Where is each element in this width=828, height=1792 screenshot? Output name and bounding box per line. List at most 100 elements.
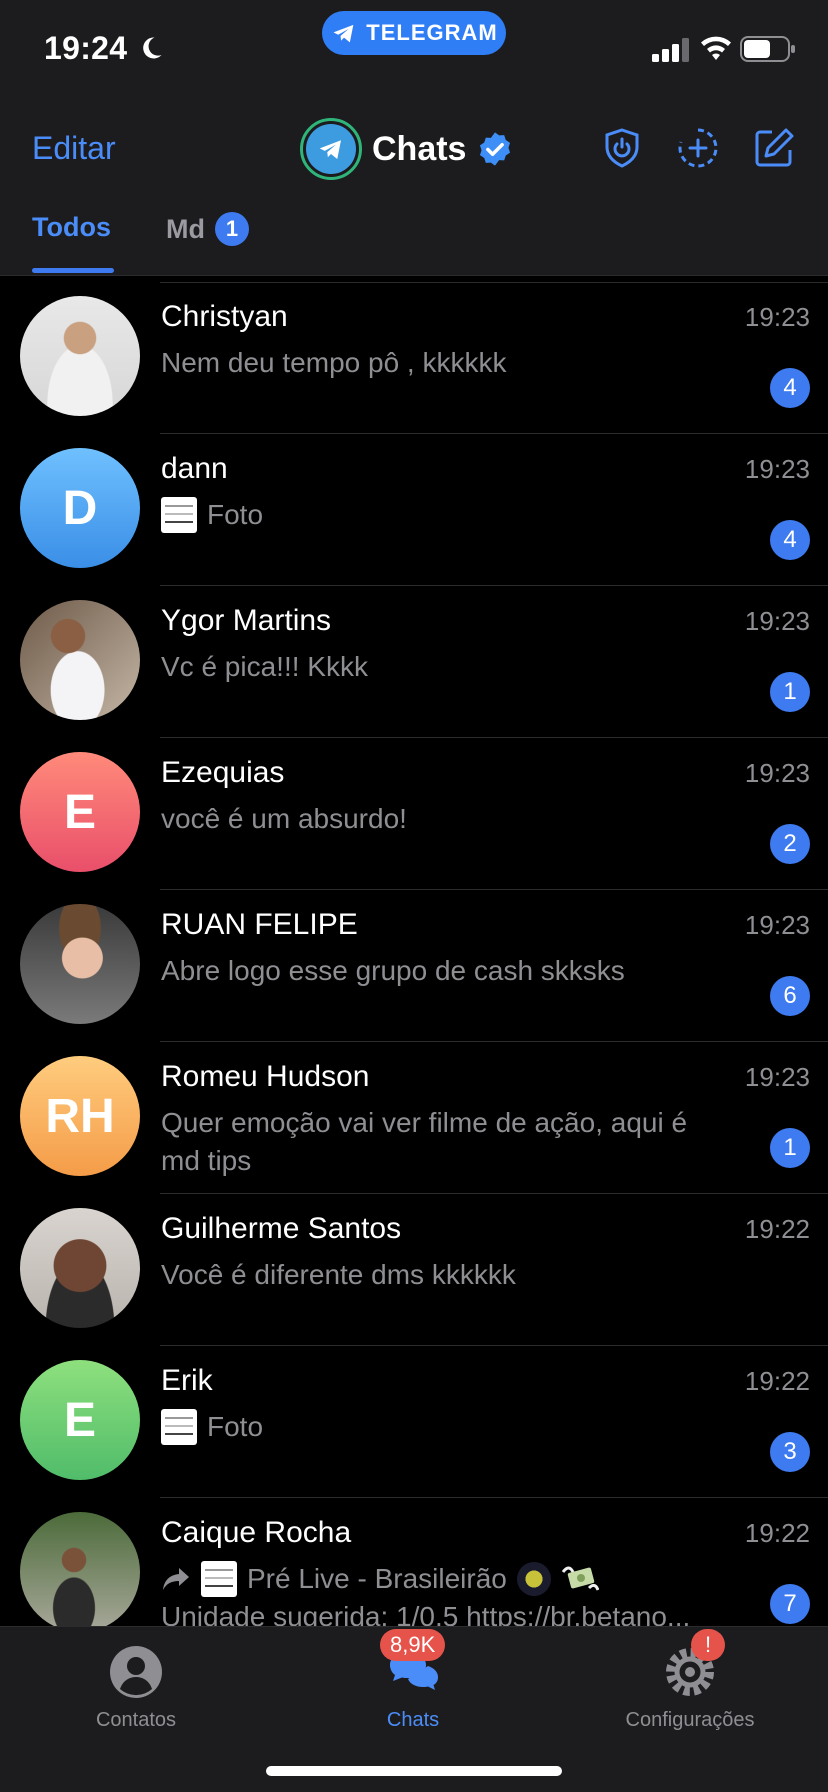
chat-time: 19:22 bbox=[744, 1214, 810, 1244]
page-title: Chats bbox=[372, 129, 467, 168]
chat-preview: Nem deu tempo pô , kkkkkk bbox=[161, 347, 507, 378]
active-tab-indicator bbox=[32, 268, 114, 273]
brasileirao-emoji-icon bbox=[516, 1562, 551, 1596]
chats-title[interactable]: Chats bbox=[300, 116, 514, 182]
proxy-shield-icon[interactable] bbox=[600, 126, 644, 170]
chat-time: 19:23 bbox=[744, 606, 810, 636]
chat-preview: Vc é pica!!! Kkkk bbox=[161, 651, 368, 682]
tabbar-contacts-label: Contatos bbox=[95, 1709, 177, 1731]
chat-time: 19:23 bbox=[744, 454, 810, 484]
unread-badge: 1 bbox=[770, 672, 810, 712]
chat-time: 19:22 bbox=[744, 1366, 810, 1396]
tabbar-settings-label: Configurações bbox=[625, 1709, 755, 1731]
chat-time: 19:23 bbox=[744, 758, 810, 788]
unread-badge: 7 bbox=[770, 1584, 810, 1624]
chat-row-caique-rocha[interactable]: Caique Rocha 19:22 Pré Live - Brasileirã… bbox=[0, 1498, 828, 1626]
chat-name: dann bbox=[161, 452, 228, 485]
chat-name: Romeu Hudson bbox=[161, 1060, 370, 1093]
chat-row-ruan-felipe[interactable]: RUAN FELIPE 19:23 Abre logo esse grupo d… bbox=[0, 890, 828, 1042]
chat-row-dann[interactable]: D dann 19:23 Foto 4 bbox=[0, 434, 828, 586]
status-time: 19:24 bbox=[44, 30, 128, 66]
avatar: D bbox=[20, 448, 140, 568]
edit-button[interactable]: Editar bbox=[32, 130, 116, 167]
chat-time: 19:22 bbox=[744, 1518, 810, 1548]
wifi-icon bbox=[701, 36, 731, 60]
telegram-pill[interactable]: TELEGRAM bbox=[322, 11, 506, 55]
chat-preview: Foto bbox=[161, 1408, 741, 1446]
unread-badge: 2 bbox=[770, 824, 810, 864]
chat-list[interactable]: Christyan 19:23 Nem deu tempo pô , kkkkk… bbox=[0, 282, 828, 1626]
chats-tab-icon-wrap: 8,9K bbox=[380, 1629, 446, 1701]
tab-todos[interactable]: Todos bbox=[32, 212, 111, 243]
photo-thumbnail bbox=[161, 497, 197, 533]
chat-preview-text: Foto bbox=[207, 499, 264, 530]
cellular-signal-icon bbox=[652, 38, 689, 62]
chat-time: 19:23 bbox=[744, 302, 810, 332]
tab-todos-label: Todos bbox=[32, 212, 111, 242]
chat-name: RUAN FELIPE bbox=[161, 908, 358, 941]
photo-thumbnail bbox=[201, 1561, 237, 1597]
unread-badge: 4 bbox=[770, 368, 810, 408]
chat-row-ezequias[interactable]: E Ezequias 19:23 você é um absurdo! 2 bbox=[0, 738, 828, 890]
chat-preview: Quer emoção vai ver filme de ação, aqui … bbox=[161, 1104, 741, 1180]
chat-row-christyan[interactable]: Christyan 19:23 Nem deu tempo pô , kkkkk… bbox=[0, 282, 828, 434]
contacts-icon bbox=[110, 1646, 162, 1698]
telegram-plane-icon bbox=[333, 24, 354, 43]
avatar bbox=[20, 1512, 140, 1626]
chat-row-erik[interactable]: E Erik 19:22 Foto 3 bbox=[0, 1346, 828, 1498]
chat-preview-line: md tips bbox=[161, 1145, 252, 1176]
flying-money-emoji-icon bbox=[561, 1566, 599, 1591]
tabbar-settings[interactable]: ! Configurações bbox=[580, 1629, 800, 1732]
telegram-pill-label: TELEGRAM bbox=[366, 20, 498, 45]
chat-preview: Abre logo esse grupo de cash skksks bbox=[161, 955, 625, 986]
tab-md[interactable]: Md 1 bbox=[166, 212, 249, 246]
status-bar: 19:24 TELEGRAM bbox=[0, 0, 828, 100]
chat-name: Caique Rocha bbox=[161, 1516, 352, 1549]
chat-row-romeu-hudson[interactable]: RH Romeu Hudson 19:23 Quer emoção vai ve… bbox=[0, 1042, 828, 1194]
chat-name: Christyan bbox=[161, 300, 288, 333]
chat-name: Guilherme Santos bbox=[161, 1212, 402, 1245]
verified-badge-icon bbox=[480, 132, 511, 166]
avatar bbox=[20, 600, 140, 720]
chat-name: Erik bbox=[161, 1364, 213, 1397]
chat-preview-line: Quer emoção vai ver filme de ação, aqui … bbox=[161, 1107, 688, 1138]
compose-icon[interactable] bbox=[752, 126, 796, 170]
unread-badge: 3 bbox=[770, 1432, 810, 1472]
avatar: RH bbox=[20, 1056, 140, 1176]
avatar bbox=[20, 1208, 140, 1328]
chat-row-guilherme-santos[interactable]: Guilherme Santos 19:22 Você é diferente … bbox=[0, 1194, 828, 1346]
tab-md-badge: 1 bbox=[214, 212, 249, 246]
home-indicator[interactable] bbox=[266, 1766, 562, 1776]
tabbar-chats[interactable]: 8,9K Chats bbox=[303, 1629, 523, 1732]
settings-tab-icon-wrap: ! bbox=[661, 1629, 725, 1701]
folder-tabs: Todos Md 1 bbox=[0, 200, 828, 276]
chat-time: 19:23 bbox=[744, 1062, 810, 1092]
unread-badge: 1 bbox=[770, 1128, 810, 1168]
tabbar-contacts[interactable]: Contatos bbox=[26, 1643, 246, 1732]
tabbar-chats-badge: 8,9K bbox=[380, 1629, 446, 1661]
chat-preview: Pré Live - Brasileirão Unidade sugerida:… bbox=[161, 1560, 741, 1626]
tabbar-settings-badge: ! bbox=[691, 1629, 725, 1661]
chat-row-ygor-martins[interactable]: Ygor Martins 19:23 Vc é pica!!! Kkkk 1 bbox=[0, 586, 828, 738]
unread-badge: 4 bbox=[770, 520, 810, 560]
new-story-icon[interactable] bbox=[676, 126, 720, 170]
chat-preview-text: Pré Live - Brasileirão bbox=[247, 1563, 507, 1594]
battery-icon bbox=[740, 36, 795, 62]
chat-preview: Foto bbox=[161, 496, 741, 534]
chat-preview: Você é diferente dms kkkkkk bbox=[161, 1259, 516, 1290]
photo-thumbnail bbox=[161, 1409, 197, 1445]
avatar bbox=[20, 296, 140, 416]
avatar: E bbox=[20, 752, 140, 872]
tabbar-chats-label: Chats bbox=[386, 1709, 440, 1731]
story-avatar[interactable] bbox=[300, 118, 362, 180]
chat-time: 19:23 bbox=[744, 910, 810, 940]
telegram-logo-icon bbox=[319, 140, 341, 159]
chat-name: Ezequias bbox=[161, 756, 285, 789]
forward-arrow-icon bbox=[163, 1568, 189, 1590]
tab-md-label: Md bbox=[166, 213, 205, 244]
chat-name: Ygor Martins bbox=[161, 604, 332, 637]
moon-icon bbox=[143, 37, 162, 59]
chat-preview: você é um absurdo! bbox=[161, 803, 407, 834]
navigation-header: 19:24 TELEGRAM Editar Chats Todos Md 1 bbox=[0, 0, 828, 276]
unread-badge: 6 bbox=[770, 976, 810, 1016]
